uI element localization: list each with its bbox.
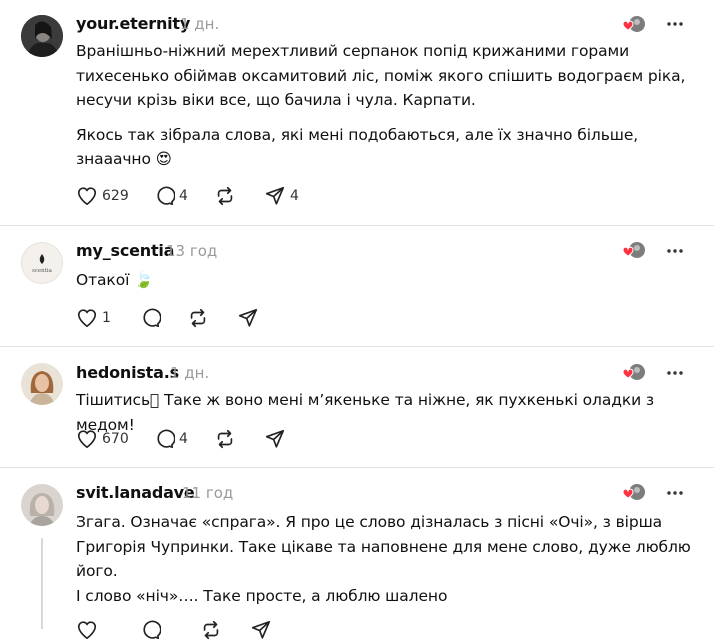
like-button[interactable]: 670 [76, 427, 129, 451]
reply-button[interactable]: 4 [153, 184, 188, 208]
heart-icon [77, 430, 97, 449]
post-paragraph: Отакої 🍃 [76, 271, 154, 289]
reply-button[interactable] [139, 306, 161, 330]
share-count: 4 [290, 188, 299, 204]
share-button[interactable] [237, 306, 259, 330]
post-text: Отакої 🍃 [76, 268, 696, 293]
timestamp[interactable]: 1 дн. [180, 15, 219, 33]
timestamp[interactable]: 13 год [166, 242, 217, 260]
timestamp[interactable]: 1 дн. [170, 364, 209, 382]
repost-button[interactable] [214, 184, 236, 208]
liked-by-avatars[interactable] [620, 482, 648, 504]
post-your-eternity: your.eternity 1 дн. Вранішньо-ніжний мер… [0, 0, 714, 225]
post-hedonista-s: hedonista.s 1 дн. Тішитись􏿽 Таке ж воно … [0, 347, 714, 467]
like-count: 629 [102, 188, 129, 204]
share-button[interactable] [264, 427, 286, 451]
more-options-icon[interactable] [665, 483, 685, 503]
more-options-icon[interactable] [665, 241, 685, 261]
send-icon [238, 308, 258, 327]
send-icon [251, 620, 271, 639]
post-paragraph: І слово «ніч»…. Таке просте, а люблю шал… [76, 586, 448, 605]
share-button[interactable] [250, 618, 272, 642]
post-paragraph: Згага. Означає «спрага». Я про це слово … [76, 513, 691, 580]
repost-button[interactable] [214, 427, 236, 451]
reply-count: 4 [179, 188, 188, 204]
comment-icon [143, 620, 161, 640]
liked-by-avatars[interactable] [620, 14, 648, 36]
share-button[interactable]: 4 [264, 184, 299, 208]
like-button[interactable] [76, 618, 98, 642]
heart-icon [77, 621, 97, 640]
like-count: 670 [102, 431, 129, 447]
reply-button[interactable]: 4 [153, 427, 188, 451]
more-options-icon[interactable] [665, 14, 685, 34]
username[interactable]: svit.lanadave [76, 483, 195, 502]
avatar[interactable] [21, 484, 63, 526]
avatar[interactable]: scentia [21, 242, 63, 284]
like-button[interactable]: 1 [76, 306, 111, 330]
post-paragraph: Вранішньо-ніжний мерехтливий серпанок по… [76, 42, 686, 109]
thread-line [41, 538, 43, 629]
post-text: Вранішньо-ніжний мерехтливий серпанок по… [76, 39, 696, 172]
comment-icon [157, 429, 175, 449]
avatar-brand-text: scentia [32, 268, 52, 274]
like-count: 1 [102, 310, 111, 326]
reply-count: 4 [179, 431, 188, 447]
post-paragraph: Якось так зібрала слова, які мені подоба… [76, 125, 639, 169]
repost-button[interactable] [187, 306, 209, 330]
repost-icon [217, 429, 233, 449]
reply-button[interactable] [139, 618, 161, 642]
post-my-scentia: scentia my_scentia 13 год Отакої 🍃 1 [0, 226, 714, 346]
repost-button[interactable] [200, 618, 222, 642]
avatar[interactable] [21, 363, 63, 405]
send-icon [265, 429, 285, 448]
liked-by-avatars[interactable] [620, 240, 648, 262]
repost-icon [217, 186, 233, 206]
liked-by-avatars[interactable] [620, 362, 648, 384]
repost-icon [190, 308, 206, 328]
more-options-icon[interactable] [665, 363, 685, 383]
post-svit-lanadave: svit.lanadave 11 год Згага. Означає «спр… [0, 468, 714, 640]
username[interactable]: hedonista.s [76, 363, 179, 382]
repost-icon [203, 620, 219, 640]
username[interactable]: your.eternity [76, 14, 190, 33]
heart-icon [77, 187, 97, 206]
comment-icon [157, 186, 175, 206]
comment-icon [143, 308, 161, 328]
timestamp[interactable]: 11 год [182, 484, 233, 502]
heart-icon [77, 309, 97, 328]
post-text: Згага. Означає «спрага». Я про це слово … [76, 510, 696, 608]
like-button[interactable]: 629 [76, 184, 129, 208]
avatar[interactable] [21, 15, 63, 57]
send-icon [265, 186, 285, 205]
username[interactable]: my_scentia [76, 241, 174, 260]
